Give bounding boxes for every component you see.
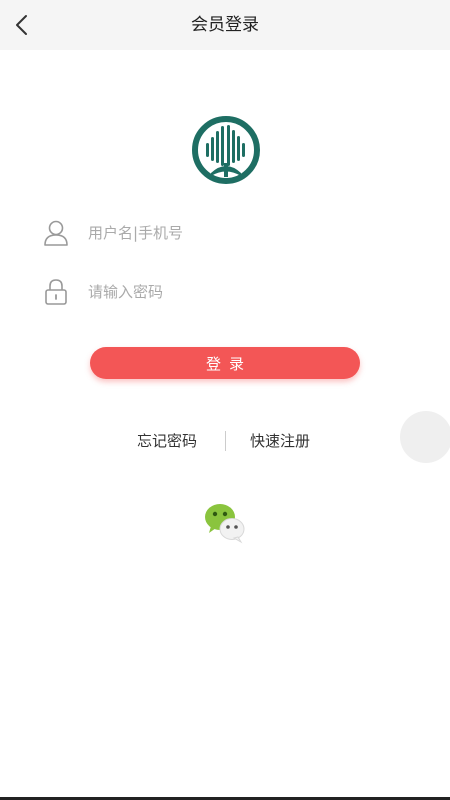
login-button[interactable]: 登录 — [90, 347, 360, 379]
wechat-login-button[interactable] — [203, 502, 247, 544]
wechat-icon — [205, 504, 245, 544]
header-bar: 会员登录 — [0, 0, 450, 50]
link-divider — [225, 431, 226, 451]
username-icon-wrap — [42, 219, 70, 247]
user-icon — [44, 220, 68, 246]
username-input[interactable] — [88, 217, 408, 249]
password-row — [0, 270, 450, 314]
floating-assist-button[interactable] — [400, 411, 450, 463]
page-title: 会员登录 — [191, 15, 259, 35]
app-logo — [191, 113, 261, 187]
forgot-password-link[interactable]: 忘记密码 — [137, 428, 197, 454]
tree-logo-icon — [192, 116, 260, 184]
password-icon-wrap — [42, 278, 70, 306]
lock-icon — [45, 279, 67, 305]
auth-links: 忘记密码 快速注册 — [0, 428, 450, 454]
password-input[interactable] — [88, 276, 408, 308]
register-link[interactable]: 快速注册 — [250, 428, 310, 454]
username-row — [0, 211, 450, 255]
